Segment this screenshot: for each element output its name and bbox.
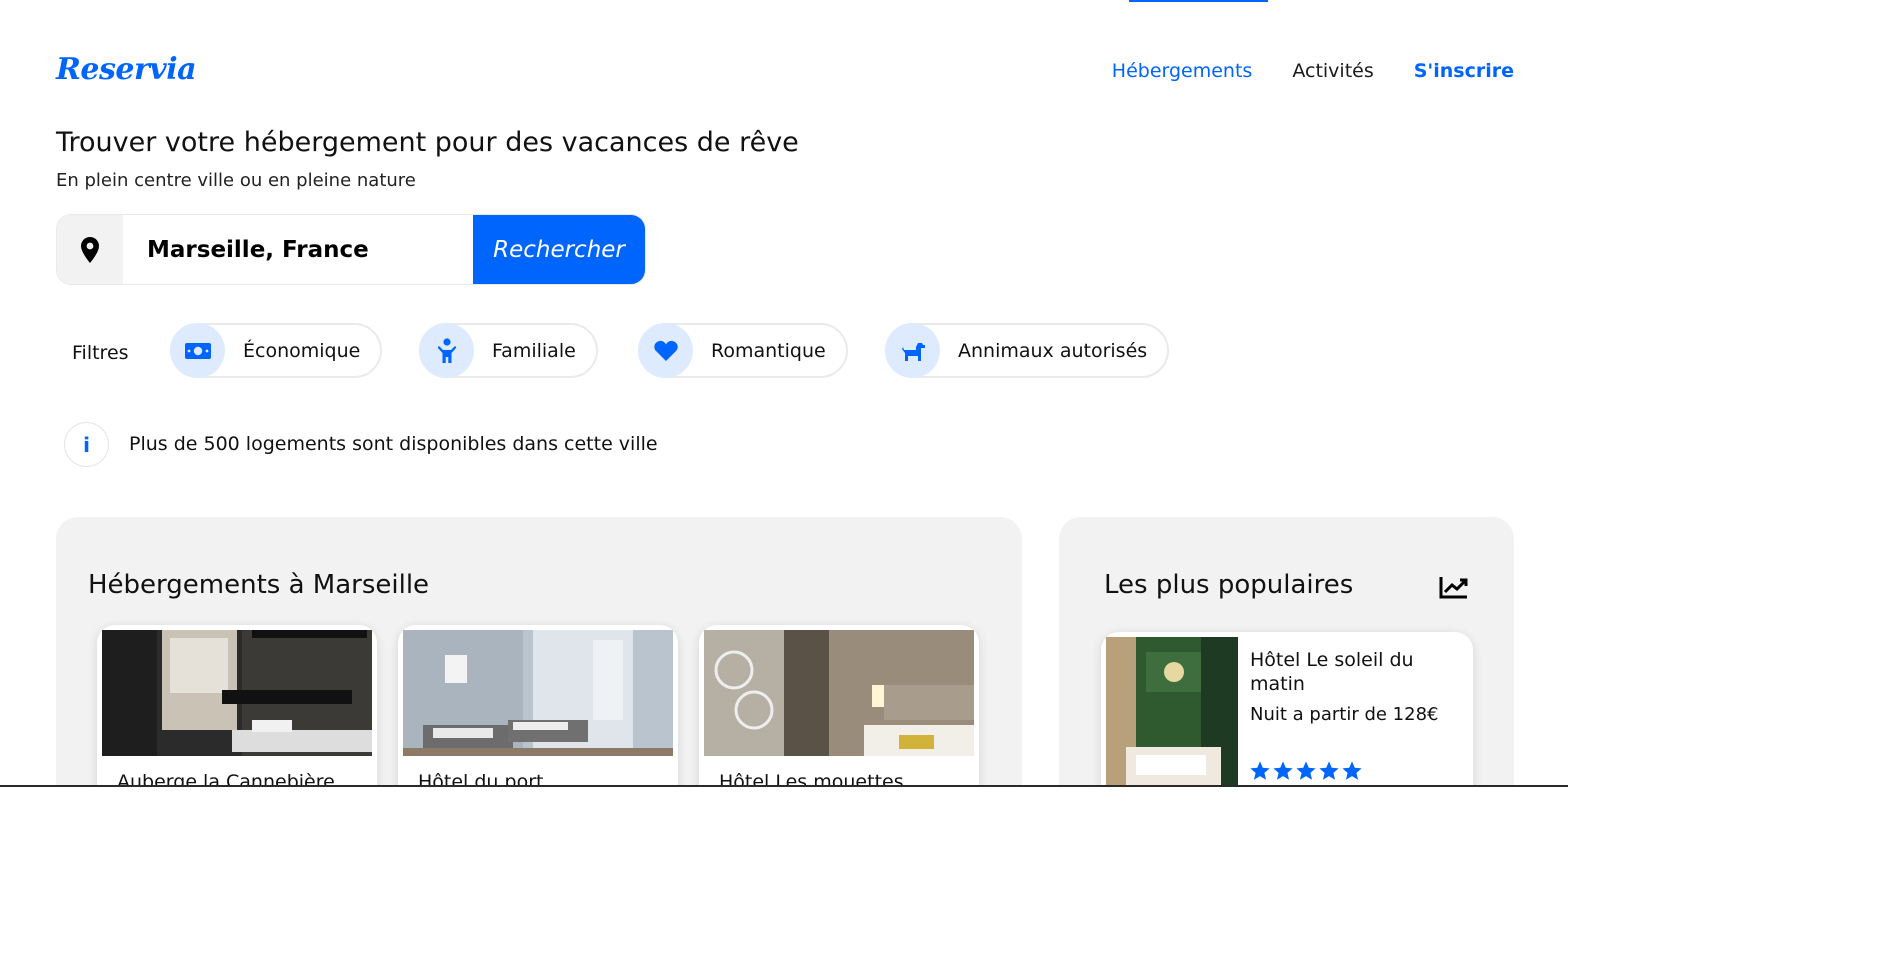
- nav-hebergements[interactable]: Hébergements: [1112, 60, 1253, 82]
- active-nav-indicator: [1129, 0, 1268, 2]
- populaires-section: Les plus populaires Hôtel Le soleil du m…: [1059, 517, 1514, 787]
- hero-title: Trouver votre hébergement pour des vacan…: [56, 127, 799, 158]
- info-icon: i: [64, 422, 109, 467]
- star-icon: [1342, 761, 1362, 780]
- page: Reservia Hébergements Activités S'inscri…: [0, 0, 1568, 787]
- hebergement-photo: [704, 630, 974, 756]
- main-nav: Hébergements Activités S'inscrire: [1112, 60, 1514, 82]
- search-bar: Rechercher: [56, 214, 646, 285]
- hero-subtitle: En plein centre ville ou en pleine natur…: [56, 170, 416, 191]
- star-icon: [1273, 761, 1293, 780]
- viewport-bottom-border: [0, 785, 1568, 787]
- chart-line-icon: [1439, 577, 1468, 599]
- heart-icon: [638, 323, 693, 378]
- hebergement-card[interactable]: Auberge la Cannebière: [97, 625, 377, 787]
- section-title: Les plus populaires: [1104, 570, 1354, 600]
- hebergement-photo: [102, 630, 372, 756]
- hebergement-card[interactable]: Hôtel du port: [398, 625, 678, 787]
- popular-title: Hôtel Le soleil du matin: [1250, 649, 1414, 695]
- info-text: Plus de 500 logements sont disponibles d…: [129, 433, 658, 455]
- logo[interactable]: Reservia: [56, 52, 197, 87]
- filters-label: Filtres: [72, 342, 129, 364]
- search-button[interactable]: Rechercher: [473, 215, 645, 284]
- filter-label: Familiale: [492, 339, 576, 362]
- filter-label: Romantique: [711, 339, 826, 362]
- hebergement-photo: [403, 630, 673, 756]
- popular-photo: [1106, 637, 1238, 787]
- money-bill-icon: [170, 323, 225, 378]
- star-icon: [1250, 761, 1270, 780]
- filter-label: Annimaux autorisés: [958, 339, 1148, 362]
- dog-icon: [885, 323, 940, 378]
- nav-signup[interactable]: S'inscrire: [1414, 60, 1514, 82]
- filter-animaux[interactable]: Annimaux autorisés: [885, 323, 1170, 378]
- star-icon: [1296, 761, 1316, 780]
- popular-price: Nuit a partir de 128€: [1250, 704, 1439, 725]
- location-pin-icon: [57, 215, 123, 284]
- popular-card[interactable]: Hôtel Le soleil du matin Nuit a partir d…: [1101, 632, 1473, 787]
- hebergement-card[interactable]: Hôtel Les mouettes: [699, 625, 979, 787]
- rating-stars: [1249, 760, 1363, 782]
- search-input[interactable]: [123, 215, 473, 284]
- nav-activites[interactable]: Activités: [1292, 60, 1373, 82]
- filter-familiale[interactable]: Familiale: [419, 323, 598, 378]
- filter-economique[interactable]: Économique: [170, 323, 383, 378]
- filter-label: Économique: [243, 339, 361, 362]
- section-title: Hébergements à Marseille: [88, 570, 430, 600]
- child-icon: [419, 323, 474, 378]
- filter-romantique[interactable]: Romantique: [638, 323, 848, 378]
- hebergements-section: Hébergements à Marseille Auberge la Cann…: [56, 517, 1022, 787]
- star-icon: [1319, 761, 1339, 780]
